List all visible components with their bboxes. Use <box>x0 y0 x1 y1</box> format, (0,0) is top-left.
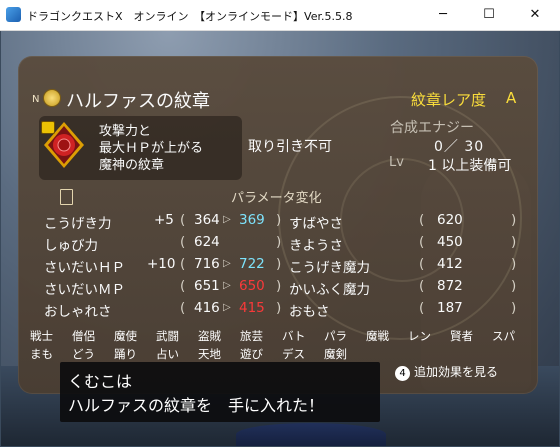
job-label: パラ <box>324 329 347 343</box>
trade-status: 取り引き不可 <box>248 139 332 155</box>
job-label: 旅芸 <box>240 329 263 343</box>
close-button[interactable]: ✕ <box>512 0 558 30</box>
stat-paren-open: ( <box>180 212 186 228</box>
stat-paren-open: ( <box>180 278 186 294</box>
stat-bonus: +10 <box>147 256 176 272</box>
stat-paren-open: ( <box>180 300 186 316</box>
stat-paren-close: ) <box>276 278 282 294</box>
stat-paren-close: ) <box>276 256 282 272</box>
stat-value: 620 <box>437 212 463 228</box>
message-line-2: ハルファスの紋章を 手に入れた！ <box>68 396 325 415</box>
stat-bonus: +5 <box>154 212 174 228</box>
job-label: 戦士 <box>30 329 53 343</box>
energy-value: 0／ 30 <box>434 139 485 155</box>
stat-arrow: ▷ <box>223 258 231 269</box>
rarity-label: 紋章レア度 <box>411 91 487 109</box>
stat-label: おしゃれさ <box>44 304 112 320</box>
game-viewport[interactable]: N ハルファスの紋章 紋章レア度 A 攻撃力と 最大ＨＰが上がる 魔神の紋章 取… <box>1 31 559 446</box>
stat-paren-close: ) <box>511 278 517 294</box>
job-label: バト <box>282 329 306 343</box>
job-label: 僧侶 <box>72 329 95 343</box>
stat-paren-open: ( <box>419 234 425 250</box>
window-titlebar: ドラゴンクエストX オンライン 【オンラインモード】Ver.5.5.8 ─ ☐ … <box>0 0 560 31</box>
stat-paren-close: ) <box>276 300 282 316</box>
item-prefix: N <box>32 94 40 105</box>
stat-paren-open: ( <box>419 256 425 272</box>
stat-paren-close: ) <box>276 234 282 250</box>
level-requirement: 1 以上装備可 <box>428 158 512 174</box>
coin-icon <box>43 89 61 107</box>
stat-paren-open: ( <box>419 212 425 228</box>
maximize-button[interactable]: ☐ <box>466 0 512 30</box>
minimize-button[interactable]: ─ <box>420 0 466 30</box>
stat-label: きようさ <box>289 238 343 254</box>
stat-paren-open: ( <box>419 300 425 316</box>
stat-label: こうげき魔力 <box>289 260 370 276</box>
job-label: 武闘 <box>156 329 179 343</box>
stat-arrow: ▷ <box>223 214 231 225</box>
parameter-book-icon <box>60 189 73 205</box>
view-extra-effects-label: 追加効果を見る <box>414 365 499 379</box>
stat-paren-open: ( <box>180 256 186 272</box>
stat-arrow: ▷ <box>223 302 231 313</box>
stat-label: かいふく魔力 <box>289 282 370 298</box>
stat-value: 872 <box>437 278 463 294</box>
window-title: ドラゴンクエストX オンライン 【オンラインモード】Ver.5.5.8 <box>27 10 353 23</box>
stat-value: 450 <box>437 234 463 250</box>
rarity-value: A <box>506 89 517 107</box>
lock-icon <box>41 121 55 134</box>
job-label: 魔剣 <box>324 347 347 361</box>
job-label: 盗賊 <box>198 329 221 343</box>
job-label: 天地 <box>198 347 221 361</box>
job-label: デス <box>282 347 305 361</box>
view-extra-effects-button[interactable]: 4 追加効果を見る <box>395 363 498 381</box>
button-key-badge: 4 <box>395 366 410 381</box>
stat-label: さいだいＨＰ <box>44 260 125 276</box>
stat-arrow: ▷ <box>223 280 231 291</box>
energy-label: 合成エナジー <box>390 120 474 136</box>
stat-before: 416 <box>194 300 220 316</box>
stat-before: 624 <box>194 234 220 250</box>
stat-before: 716 <box>194 256 220 272</box>
stat-after: 369 <box>239 212 265 228</box>
job-label: 占い <box>156 347 179 361</box>
stat-label: しゅび力 <box>44 238 98 254</box>
parameter-title: パラメータ変化 <box>231 191 322 206</box>
stat-label: すばやさ <box>289 216 343 232</box>
job-label: 遊び <box>240 347 263 361</box>
app-icon <box>6 7 21 22</box>
stat-paren-close: ) <box>511 212 517 228</box>
stat-label: さいだいＭＰ <box>44 282 125 298</box>
stat-label: おもさ <box>289 304 330 320</box>
level-label: Lv <box>389 155 404 170</box>
job-label: 魔戦 <box>366 329 389 343</box>
job-label: どう <box>72 347 95 361</box>
stat-after: 415 <box>239 300 265 316</box>
job-label: 踊り <box>114 347 137 361</box>
player-character <box>236 423 386 446</box>
stat-paren-open: ( <box>180 234 186 250</box>
description-line-3: 魔神の紋章 <box>99 158 165 173</box>
stat-paren-close: ) <box>511 300 517 316</box>
job-label: スパ <box>492 329 515 343</box>
stat-paren-open: ( <box>419 278 425 294</box>
job-label: 魔使 <box>114 329 137 343</box>
stat-paren-close: ) <box>511 256 517 272</box>
job-label: レン <box>408 329 431 343</box>
job-label: 賢者 <box>450 329 473 343</box>
stat-paren-close: ) <box>276 212 282 228</box>
stat-before: 364 <box>194 212 220 228</box>
stat-after: 722 <box>239 256 265 272</box>
job-label: まも <box>30 347 53 361</box>
stat-value: 187 <box>437 300 463 316</box>
message-window[interactable]: くむこは ハルファスの紋章を 手に入れた！ <box>60 362 380 422</box>
stat-value: 412 <box>437 256 463 272</box>
stat-label: こうげき力 <box>44 216 112 232</box>
stat-before: 651 <box>194 278 220 294</box>
stat-paren-close: ) <box>511 234 517 250</box>
stat-after: 650 <box>239 278 265 294</box>
item-name: ハルファスの紋章 <box>66 91 210 112</box>
message-line-1: くむこは <box>68 372 133 391</box>
